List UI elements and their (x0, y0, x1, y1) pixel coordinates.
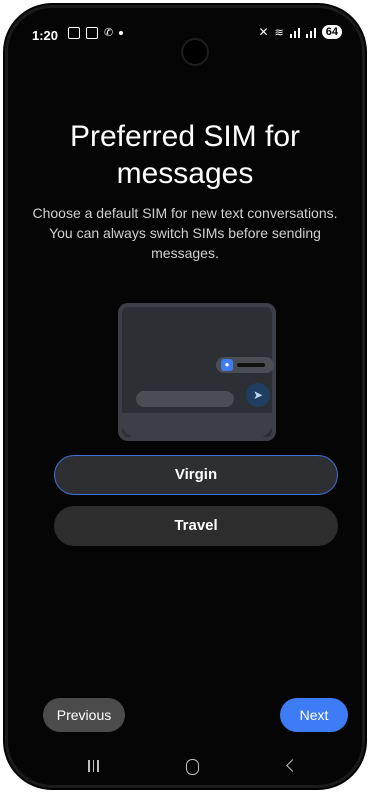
home-icon[interactable] (186, 759, 199, 775)
sim-chip: ● (216, 357, 274, 373)
illustration-phone-edge (118, 413, 276, 441)
status-notification-icons: ✆ (68, 26, 124, 39)
sim-option-travel[interactable]: Travel (54, 506, 338, 546)
sim-badge-icon: ● (221, 359, 233, 371)
screenshot-icon (68, 26, 80, 39)
sim-chip-line (237, 363, 265, 367)
sim-option-virgin[interactable]: Virgin (54, 455, 338, 495)
dot-icon (119, 30, 124, 35)
signal-icon (289, 26, 300, 38)
recent-apps-icon[interactable] (88, 760, 99, 772)
battery-icon: 64 (321, 25, 342, 39)
status-time: 1:20 (32, 28, 59, 43)
page-subtitle: Choose a default SIM for new text conver… (32, 205, 338, 261)
mute-icon: ✕ (258, 25, 269, 39)
front-camera (181, 38, 209, 66)
status-system-icons: ✕ ≋ 64 (258, 25, 342, 39)
signal-icon (305, 26, 316, 38)
navigation-bar (8, 748, 362, 784)
status-bar: 1:20 ✆ ✕ ≋ 64 (8, 8, 362, 66)
phone-screen: 1:20 ✆ ✕ ≋ 64 Preferred SIM for messages… (8, 8, 362, 785)
previous-button[interactable]: Previous (43, 698, 125, 732)
wifi-icon: ≋ (274, 26, 284, 39)
message-input-placeholder (136, 391, 234, 407)
sim-illustration: ● ➤ (118, 303, 276, 441)
back-icon[interactable] (286, 759, 299, 772)
gallery-icon (86, 26, 98, 39)
next-button[interactable]: Next (280, 698, 348, 732)
send-icon: ➤ (246, 383, 270, 407)
call-icon: ✆ (104, 27, 114, 39)
page-title: Preferred SIM for messages (69, 120, 301, 190)
